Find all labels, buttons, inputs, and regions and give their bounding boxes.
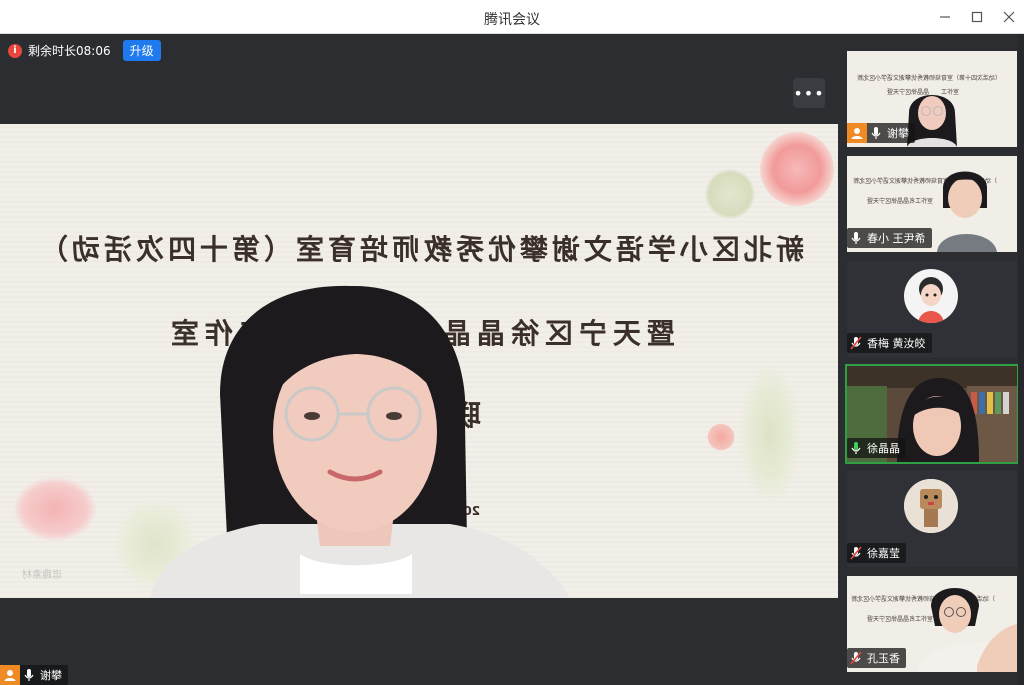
- participant-name-tag: 徐嘉莹: [847, 543, 906, 563]
- more-icon: •••: [793, 83, 825, 103]
- info-icon[interactable]: i: [8, 43, 22, 58]
- butterfly-decoration: [10, 474, 100, 544]
- leaf-decoration: [700, 164, 760, 224]
- flower-decoration: [760, 132, 834, 206]
- maximize-button[interactable]: [962, 4, 992, 30]
- participant-tile[interactable]: ）动活次四十第（室育培师教秀优攀谢文语学小区北新 室作工名晶晶徐区宁天暨 春小 …: [847, 156, 1017, 252]
- mic-icon: [20, 665, 38, 685]
- mic-muted-icon: [847, 543, 865, 563]
- participant-tile[interactable]: 徐嘉莹: [847, 471, 1017, 567]
- speaker-name-tag: 谢攀: [0, 665, 68, 685]
- participant-name-tag: 香梅 黄汝皎: [847, 333, 932, 353]
- user-icon: [0, 665, 20, 685]
- mic-muted-icon: [847, 648, 865, 668]
- mic-muted-icon: [847, 333, 865, 353]
- participant-name: 徐嘉莹: [867, 547, 900, 560]
- close-button[interactable]: [994, 4, 1024, 30]
- participant-tile-active[interactable]: 徐晶晶: [845, 364, 1019, 464]
- mic-icon: [847, 228, 865, 248]
- speaker-name: 谢攀: [40, 669, 62, 682]
- shared-video: 新北区小学语文谢攀优秀教师培育室（第十四次活动） 暨天宁区徐晶晶名 工作室 联合…: [0, 124, 838, 598]
- title-bar: 腾讯会议: [0, 0, 1024, 34]
- participant-name-tag: 春小 王尹希: [847, 228, 932, 248]
- flower-decoration: [706, 422, 736, 452]
- main-stage: i 剩余时长08:06 升级 ••• 新北区小学语文谢攀优秀教师培育室（第十四次…: [0, 34, 838, 685]
- remaining-time: 剩余时长08:06: [28, 44, 111, 58]
- close-icon: [1003, 11, 1015, 23]
- minimize-button[interactable]: [930, 4, 960, 30]
- avatar: [904, 479, 958, 533]
- participant-name-tag: 孔玉香: [847, 648, 906, 668]
- participant-tile[interactable]: （动活次四十第）室育培师教秀优攀谢文语学小区北新 室作工 晶晶徐区宁天暨 谢攀: [847, 51, 1017, 147]
- slide-title-line1: 新北区小学语文谢攀优秀教师培育室（第十四次活动）: [36, 233, 805, 266]
- maximize-icon: [971, 11, 983, 23]
- participant-tile[interactable]: 香梅 黄汝皎: [847, 261, 1017, 357]
- leaf-decoration: [735, 354, 805, 514]
- sidebar-scrollbar[interactable]: [1018, 34, 1024, 685]
- participant-name: 谢攀: [887, 127, 909, 140]
- watermark-text: 逗趣素材: [22, 570, 62, 581]
- more-button[interactable]: •••: [793, 78, 825, 108]
- window-title: 腾讯会议: [484, 12, 540, 28]
- speaker-video: [150, 285, 570, 598]
- participant-name-tag: 谢攀: [847, 123, 915, 143]
- participant-name: 孔玉香: [867, 652, 900, 665]
- user-icon: [847, 123, 867, 143]
- participant-tile[interactable]: ）动活次四十第（室育培师教秀优攀谢文语学小区北新 室作工名晶晶徐区宁天暨 孔玉香: [847, 576, 1017, 672]
- participant-name: 徐晶晶: [867, 442, 900, 455]
- participant-name: 春小 王尹希: [867, 232, 926, 245]
- participant-name: 香梅 黄汝皎: [867, 337, 926, 350]
- minimize-icon: [940, 16, 950, 18]
- participant-video: [917, 588, 1017, 672]
- meeting-info-bar: i 剩余时长08:06 升级: [8, 40, 161, 61]
- avatar: [904, 269, 958, 323]
- participant-name-tag: 徐晶晶: [847, 438, 906, 458]
- upgrade-button[interactable]: 升级: [122, 40, 161, 61]
- mic-icon: [867, 123, 885, 143]
- mic-icon: [847, 438, 865, 458]
- participant-sidebar[interactable]: （动活次四十第）室育培师教秀优攀谢文语学小区北新 室作工 晶晶徐区宁天暨 谢攀 …: [838, 34, 1024, 685]
